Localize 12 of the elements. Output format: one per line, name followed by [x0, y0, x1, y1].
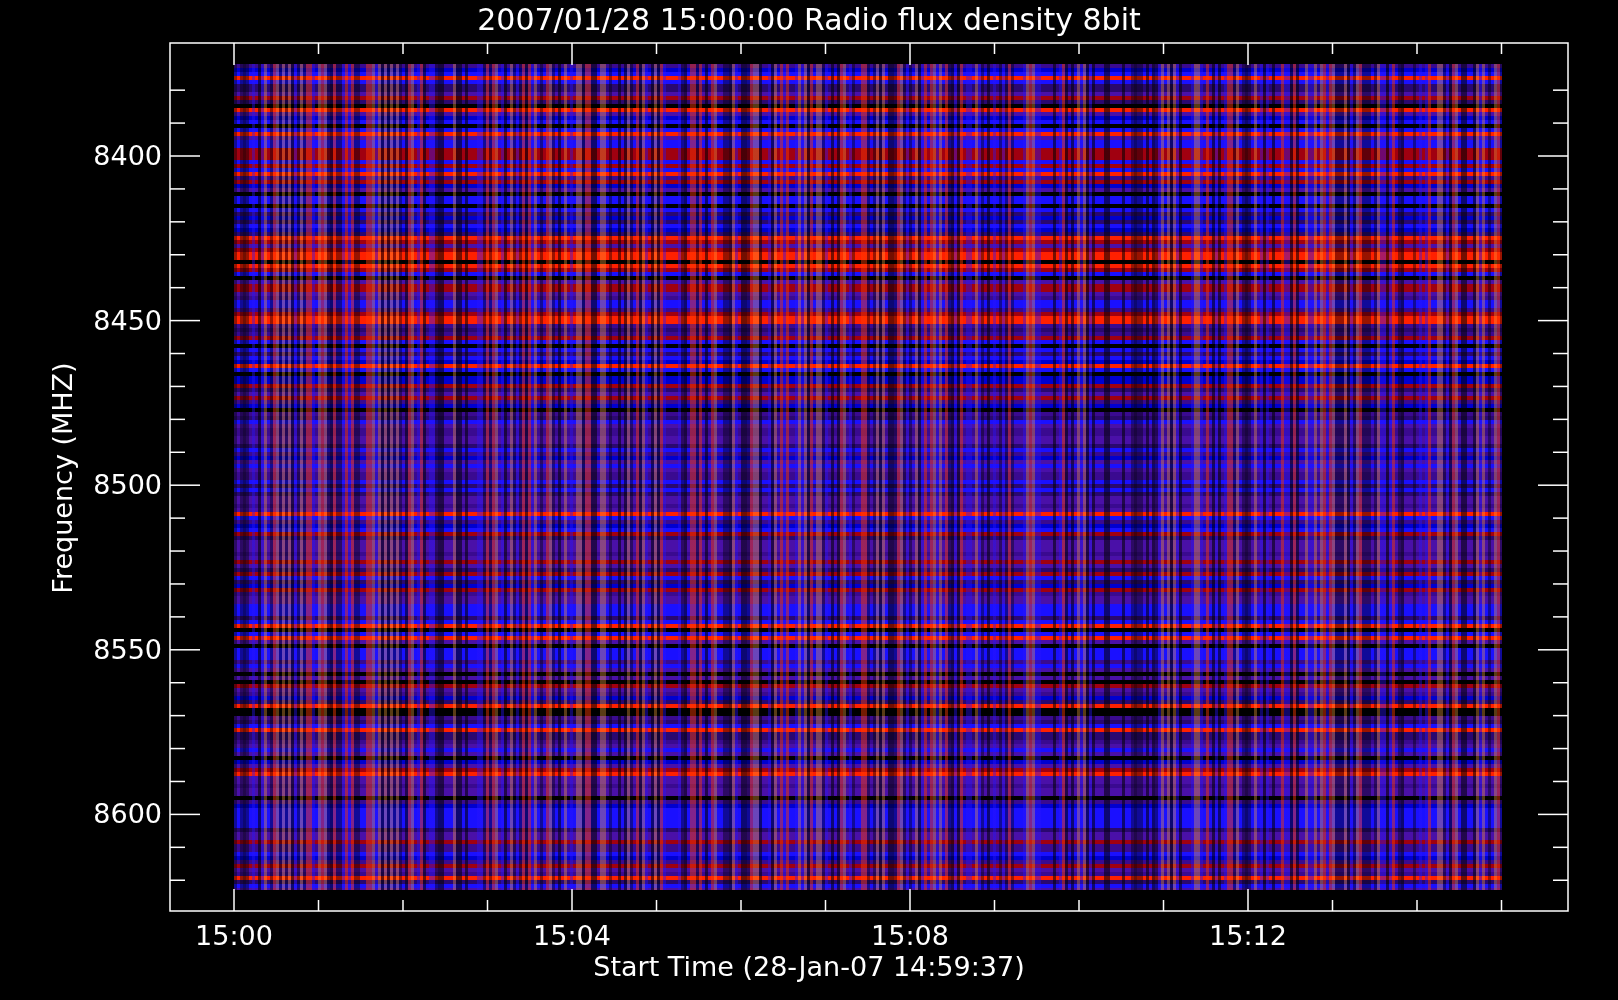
- x-tick-label: 15:12: [1208, 920, 1288, 952]
- y-tick-label: 8400: [92, 140, 162, 172]
- x-tick-label: 15:04: [532, 920, 612, 952]
- y-tick-label: 8500: [92, 469, 162, 502]
- y-tick-label: 8600: [92, 798, 162, 831]
- y-tick-label: 8450: [92, 304, 162, 337]
- y-tick-label: 8550: [92, 633, 162, 666]
- y-axis-label: Frequency (MHZ): [46, 361, 79, 596]
- x-tick-label: 15:00: [194, 920, 274, 952]
- chart-title: 2007/01/28 15:00:00 Radio flux density 8bit: [476, 2, 1142, 38]
- x-tick-label: 15:08: [870, 920, 950, 952]
- x-axis-label: Start Time (28-Jan-07 14:59:37): [592, 950, 1026, 984]
